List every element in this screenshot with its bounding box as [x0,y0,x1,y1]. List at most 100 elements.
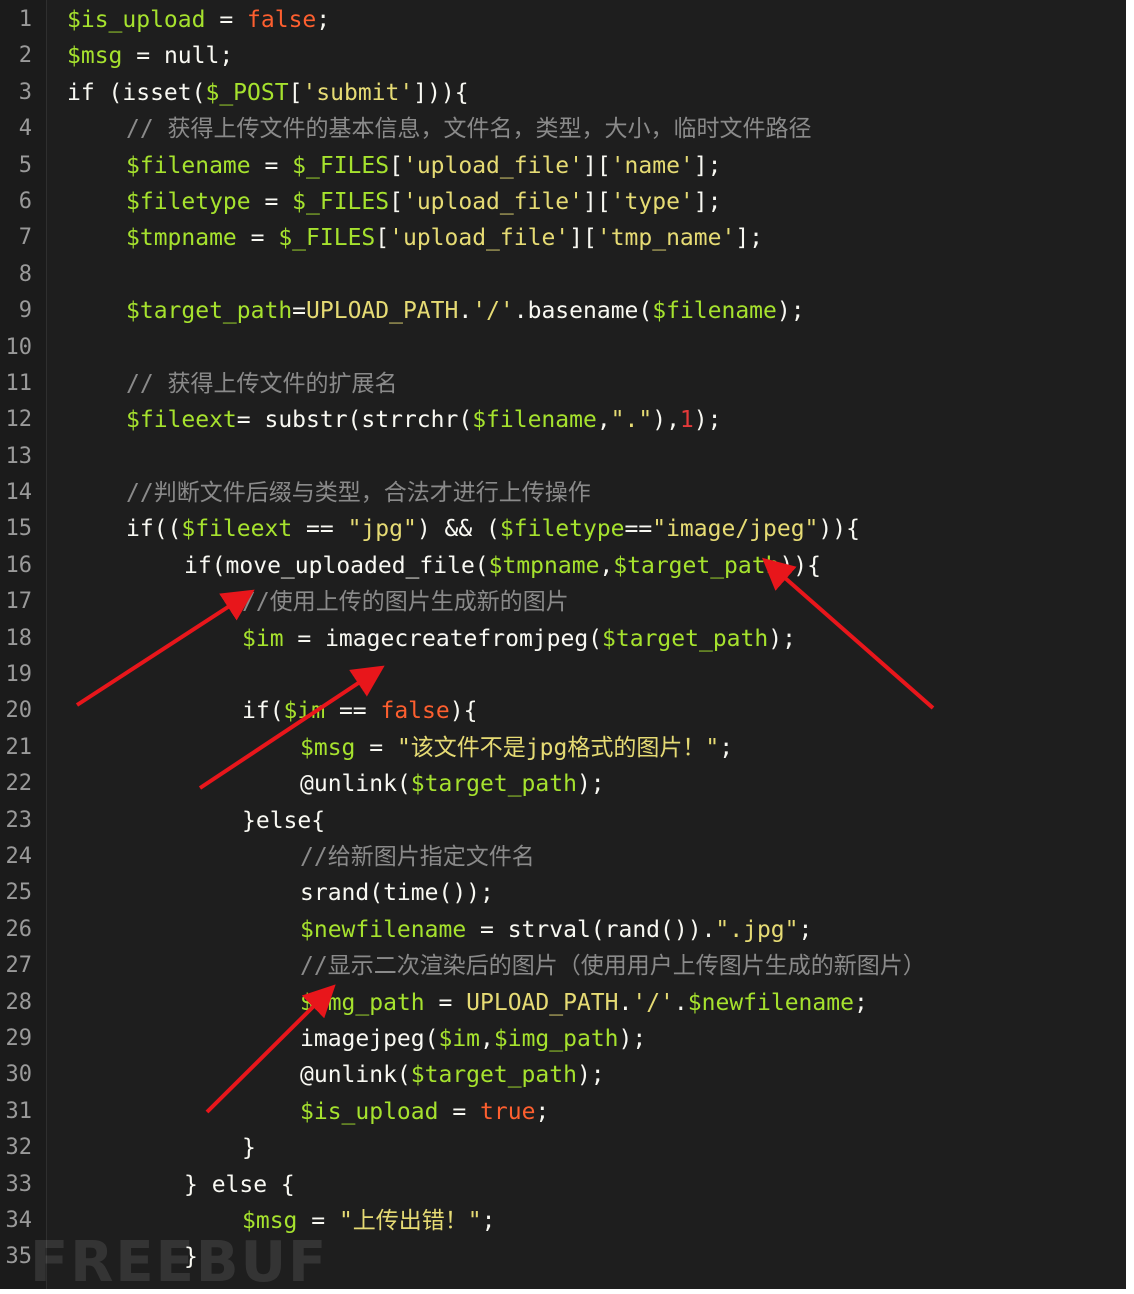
code-token: ; [219,43,234,70]
code-token: ]; [693,152,722,179]
code-line[interactable]: 22 @unlink($target_path); [0,766,1126,802]
code-token: }else{ [242,807,326,834]
code-line[interactable]: 21 $msg = "该文件不是jpg格式的图片！"; [0,730,1126,766]
code-line[interactable]: 18 $im = imagecreatefromjpeg($target_path… [0,621,1126,657]
code-token: )){ [818,516,860,543]
code-line[interactable]: 12 $fileext= substr(strrchr($filename,"."… [0,402,1126,438]
code-token: ][ [569,225,597,252]
code-text: $fileext= substr(strrchr($filename,"."),… [126,402,721,438]
code-token: . [673,989,688,1016]
code-line[interactable]: 31 $is_upload = true; [0,1094,1126,1130]
line-number: 25 [5,880,33,906]
code-line[interactable]: 16 if(move_uploaded_file($tmpname,$target… [0,548,1126,584]
code-text: // 获得上传文件的基本信息，文件名，类型，大小，临时文件路径 [126,111,812,147]
code-line[interactable]: 25 srand(time()); [0,875,1126,911]
code-token: $img_path [300,989,425,1016]
code-token: ); [576,1062,605,1089]
code-text: @unlink($target_path); [300,1057,605,1093]
code-line[interactable]: 35} [0,1239,1126,1275]
code-line[interactable]: 33 } else { [0,1167,1126,1203]
code-line[interactable]: 15 if(($fileext == "jpg") && ($filetype==… [0,511,1126,547]
code-token: '/' [632,989,674,1016]
line-number: 8 [18,261,32,287]
code-line[interactable]: 32} [0,1130,1126,1166]
code-line[interactable]: 6 $filetype = $_FILES['upload_file']['typ… [0,184,1126,220]
code-line[interactable]: 23 }else{ [0,803,1126,839]
code-line[interactable]: 2 $msg = null; [0,38,1126,74]
code-token: 'type' [610,188,694,215]
code-line[interactable]: 13 [0,439,1126,475]
code-text: srand(time()); [300,875,494,911]
code-token: UPLOAD_PATH [306,298,459,325]
code-line[interactable]: 4 // 获得上传文件的基本信息，文件名，类型，大小，临时文件路径 [0,111,1126,147]
code-token: $_POST [205,79,289,106]
code-token: $filetype [126,188,251,215]
code-token: = strval(rand()). [466,916,716,943]
line-number: 20 [5,698,33,724]
code-token: $target_path [410,1062,577,1089]
line-number: 28 [5,989,33,1015]
line-number: 16 [5,552,33,578]
code-line[interactable]: 24 //给新图片指定文件名 [0,839,1126,875]
code-token: == [624,516,653,543]
code-token: $im [242,625,284,652]
code-line[interactable]: 26 $newfilename = strval(rand()).".jpg"; [0,912,1126,948]
code-token: @unlink( [300,771,411,798]
code-token: = [250,188,293,215]
code-token: ) && ( [416,516,500,543]
code-token: 'tmp_name' [596,225,736,252]
code-token: //使用上传的图片生成新的图片 [242,589,569,616]
code-token: null [163,43,220,70]
code-text: $tmpname = $_FILES['upload_file']['tmp_n… [126,220,763,256]
code-line[interactable]: 14 //判断文件后缀与类型，合法才进行上传操作 [0,475,1126,511]
line-number: 11 [5,370,33,396]
code-line[interactable]: 20 if($im == false){ [0,693,1126,729]
code-line[interactable]: 19 [0,657,1126,693]
line-number: 26 [5,916,33,942]
code-token: ])){ [413,79,469,106]
code-text: $is_upload = false; [67,2,330,38]
code-token: $target_path [126,298,293,325]
code-token: $_FILES [278,225,376,252]
code-token: = [122,43,164,70]
code-line[interactable]: 17 //使用上传的图片生成新的图片 [0,584,1126,620]
code-token: ]; [735,225,764,252]
code-line[interactable]: 27 //显示二次渲染后的图片（使用用户上传图片生成的新图片） [0,948,1126,984]
code-token: UPLOAD_PATH [466,989,619,1016]
code-token: false [380,698,450,725]
line-number: 3 [18,79,32,105]
code-line[interactable]: 3 if (isset($_POST['submit'])){ [0,75,1126,111]
code-line[interactable]: 1 $is_upload = false; [0,2,1126,38]
line-number: 7 [18,225,32,251]
code-line[interactable]: 11 // 获得上传文件的扩展名 [0,366,1126,402]
code-token: [ [389,152,403,179]
code-token: ][ [582,188,611,215]
code-text: }else{ [242,803,325,839]
code-editor[interactable]: 1 $is_upload = false; 2 $msg = null; 3 if (is… [0,0,1126,1289]
code-line[interactable]: 28 $img_path = UPLOAD_PATH.'/'.$newfilena… [0,985,1126,1021]
code-token: $msg [242,1207,298,1234]
line-number: 33 [5,1171,33,1197]
code-token: $is_upload [300,1098,439,1125]
code-token: } else { [184,1171,295,1198]
code-line[interactable]: 9 $target_path=UPLOAD_PATH.'/'.basename($… [0,293,1126,329]
code-token: $target_path [613,552,780,579]
line-number: 23 [5,807,33,833]
code-line[interactable]: 30 @unlink($target_path); [0,1057,1126,1093]
code-token: '/' [472,298,514,325]
code-line[interactable]: 29 imagejpeg($im,$img_path); [0,1021,1126,1057]
code-line[interactable]: 8 [0,257,1126,293]
code-line[interactable]: 5 $filename = $_FILES['upload_file']['nam… [0,148,1126,184]
code-line[interactable]: 10 [0,330,1126,366]
code-line[interactable]: 34 $msg = "上传出错！"; [0,1203,1126,1239]
code-token: = [355,734,397,761]
code-text: } else { [184,1167,295,1203]
code-token: == [325,698,381,725]
code-token: $filetype [499,516,625,543]
code-token: ); [776,298,805,325]
code-line[interactable]: 7 $tmpname = $_FILES['upload_file']['tmp_… [0,220,1126,256]
code-token: = [205,7,248,33]
code-text: $filename = $_FILES['upload_file']['name… [126,148,721,184]
code-token: ), [652,407,680,434]
code-token: $is_upload [67,7,206,33]
